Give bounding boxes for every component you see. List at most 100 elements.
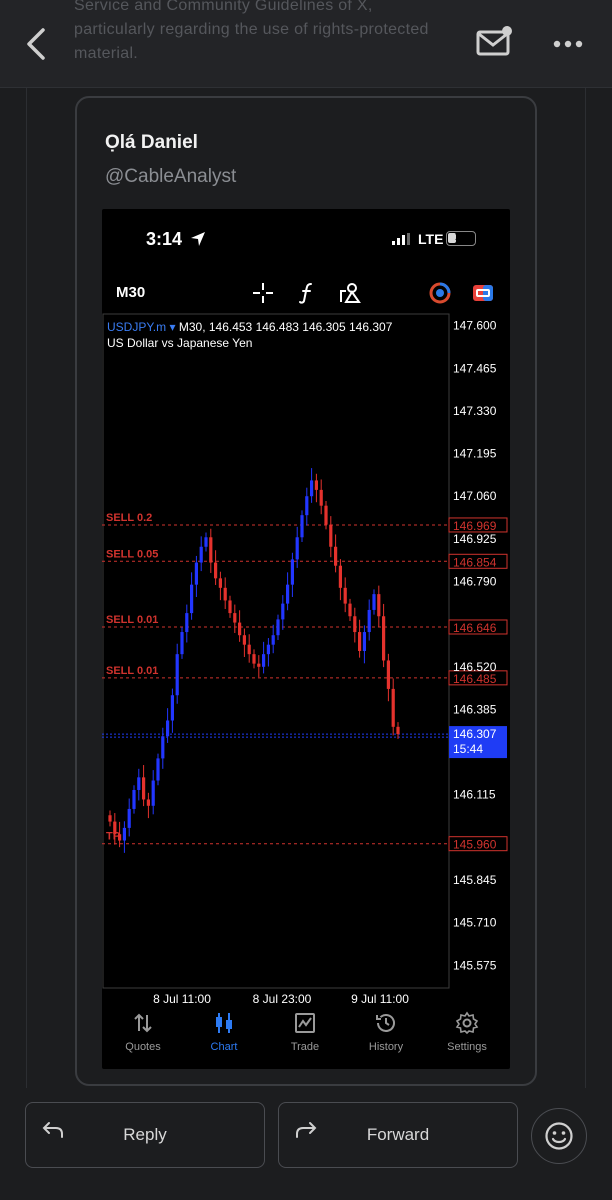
tab-settings[interactable]: Settings — [427, 1005, 507, 1065]
candle-body — [343, 587, 347, 604]
candle-body — [319, 489, 323, 506]
status-time: 3:14 — [146, 229, 183, 249]
candle-body — [242, 635, 246, 645]
candle-body — [194, 562, 198, 585]
candle-body — [199, 546, 203, 563]
candle-body — [276, 619, 280, 636]
order-level-label: SELL 0.01 — [106, 665, 158, 677]
plot-frame — [102, 313, 450, 989]
candle-body — [314, 480, 318, 490]
price-chart[interactable]: SELL 0.2 146.969 SELL 0.05 146.854 SELL 0.01… — [102, 313, 510, 1003]
candle-body — [286, 584, 290, 604]
candle-body — [353, 616, 357, 633]
faded-previous-text: Service and Community Guidelines of X, p… — [74, 0, 429, 62]
y-tick-label: 145.845 — [453, 873, 497, 887]
tab-chart[interactable]: Chart — [184, 1005, 264, 1065]
candle-body — [305, 496, 309, 516]
crosshair-icon[interactable] — [251, 281, 275, 305]
location-arrow-icon — [191, 232, 205, 246]
order-level-label: SELL 0.01 — [106, 614, 158, 626]
y-tick-label: 146.115 — [453, 788, 496, 802]
indicator-f-icon[interactable] — [295, 281, 319, 305]
right-divider — [585, 88, 586, 1088]
price-tag-label: 146.854 — [453, 555, 497, 569]
network-label: LTE — [418, 231, 444, 247]
x-tick-label: 8 Jul 23:00 — [253, 992, 312, 1003]
candle-body — [262, 654, 266, 667]
candle-body — [161, 736, 165, 759]
candle-body — [108, 815, 112, 822]
candle-body — [281, 603, 285, 620]
candles-icon — [216, 1013, 232, 1033]
objects-icon[interactable] — [338, 281, 362, 305]
tab-history[interactable]: History — [346, 1005, 426, 1065]
candle-body — [358, 632, 362, 651]
forward-button[interactable]: Forward — [278, 1102, 518, 1168]
y-tick-label: 145.575 — [453, 958, 497, 972]
mail-icon — [476, 26, 512, 56]
candle-body — [238, 622, 242, 636]
candle-body — [233, 613, 237, 623]
timeframe-button[interactable]: M30 — [116, 284, 145, 301]
left-divider — [26, 88, 27, 1088]
candle-body — [137, 777, 141, 790]
reply-button[interactable]: Reply — [25, 1102, 265, 1168]
tweet-image[interactable]: 3:14 LTE 10 M30 SELL 0.2 146.969 SELL 0.05… — [102, 209, 510, 1069]
candle-body — [185, 613, 189, 633]
candle-body — [180, 632, 184, 655]
price-tag-label: 146.969 — [453, 519, 497, 533]
candle-body — [334, 546, 338, 566]
candle-body — [223, 587, 227, 601]
y-tick-label: 146.925 — [453, 532, 497, 546]
gear-icon — [455, 1011, 479, 1035]
price-tag-label: 145.960 — [453, 838, 497, 852]
candle-body — [266, 644, 270, 655]
candle-body — [118, 834, 122, 841]
candle-body — [386, 660, 390, 689]
candle-body — [257, 663, 261, 667]
y-tick-label: 147.465 — [453, 361, 497, 375]
symbol-label[interactable]: USDJPY.m ▾ M30, 146.453 146.483 146.305 … — [107, 320, 393, 334]
emoji-reaction-button[interactable] — [531, 1108, 587, 1164]
candle-body — [113, 821, 117, 835]
y-tick-label: 146.520 — [453, 660, 497, 674]
signal-bars-icon — [392, 233, 410, 245]
candle-body — [190, 584, 194, 614]
more-options-button[interactable] — [548, 26, 588, 62]
tab-quotes[interactable]: Quotes — [103, 1005, 183, 1065]
candle-body — [247, 644, 251, 655]
author-handle[interactable]: @CableAnalyst — [105, 166, 236, 188]
candle-body — [209, 537, 213, 563]
candle-body — [290, 559, 294, 585]
candle-body — [218, 578, 222, 588]
back-button[interactable] — [18, 24, 54, 64]
y-tick-label: 147.195 — [453, 447, 497, 461]
candle-body — [396, 726, 400, 735]
candle-body — [362, 632, 366, 651]
tab-trade[interactable]: Trade — [265, 1005, 345, 1065]
reply-label: Reply — [123, 1125, 167, 1144]
price-tag-label: 146.646 — [453, 621, 497, 635]
history-clock-icon — [376, 1014, 395, 1032]
y-tick-label: 147.330 — [453, 404, 497, 418]
quotes-arrows-icon — [134, 1013, 152, 1033]
x-tick-label: 9 Jul 11:00 — [351, 992, 409, 1003]
author-name[interactable]: Ọlá Daniel — [105, 132, 198, 154]
candle-body — [146, 799, 150, 806]
candle-body — [338, 565, 342, 588]
mail-button[interactable] — [474, 24, 516, 62]
battery-level: 10 — [454, 231, 468, 243]
candle-body — [295, 537, 299, 560]
trading-app-icon[interactable] — [428, 281, 452, 305]
price-tag-label: 146.485 — [453, 672, 497, 686]
candle-body — [156, 758, 160, 781]
more-horizontal-icon — [553, 40, 583, 48]
chevron-left-icon — [27, 28, 45, 60]
candle-body — [367, 609, 371, 633]
one-click-trading-icon[interactable] — [471, 281, 495, 305]
candle-body — [214, 562, 218, 579]
y-tick-label: 147.060 — [453, 489, 497, 503]
order-level-label: SELL 0.2 — [106, 512, 152, 524]
candle-body — [132, 789, 136, 809]
candle-body — [382, 616, 386, 661]
